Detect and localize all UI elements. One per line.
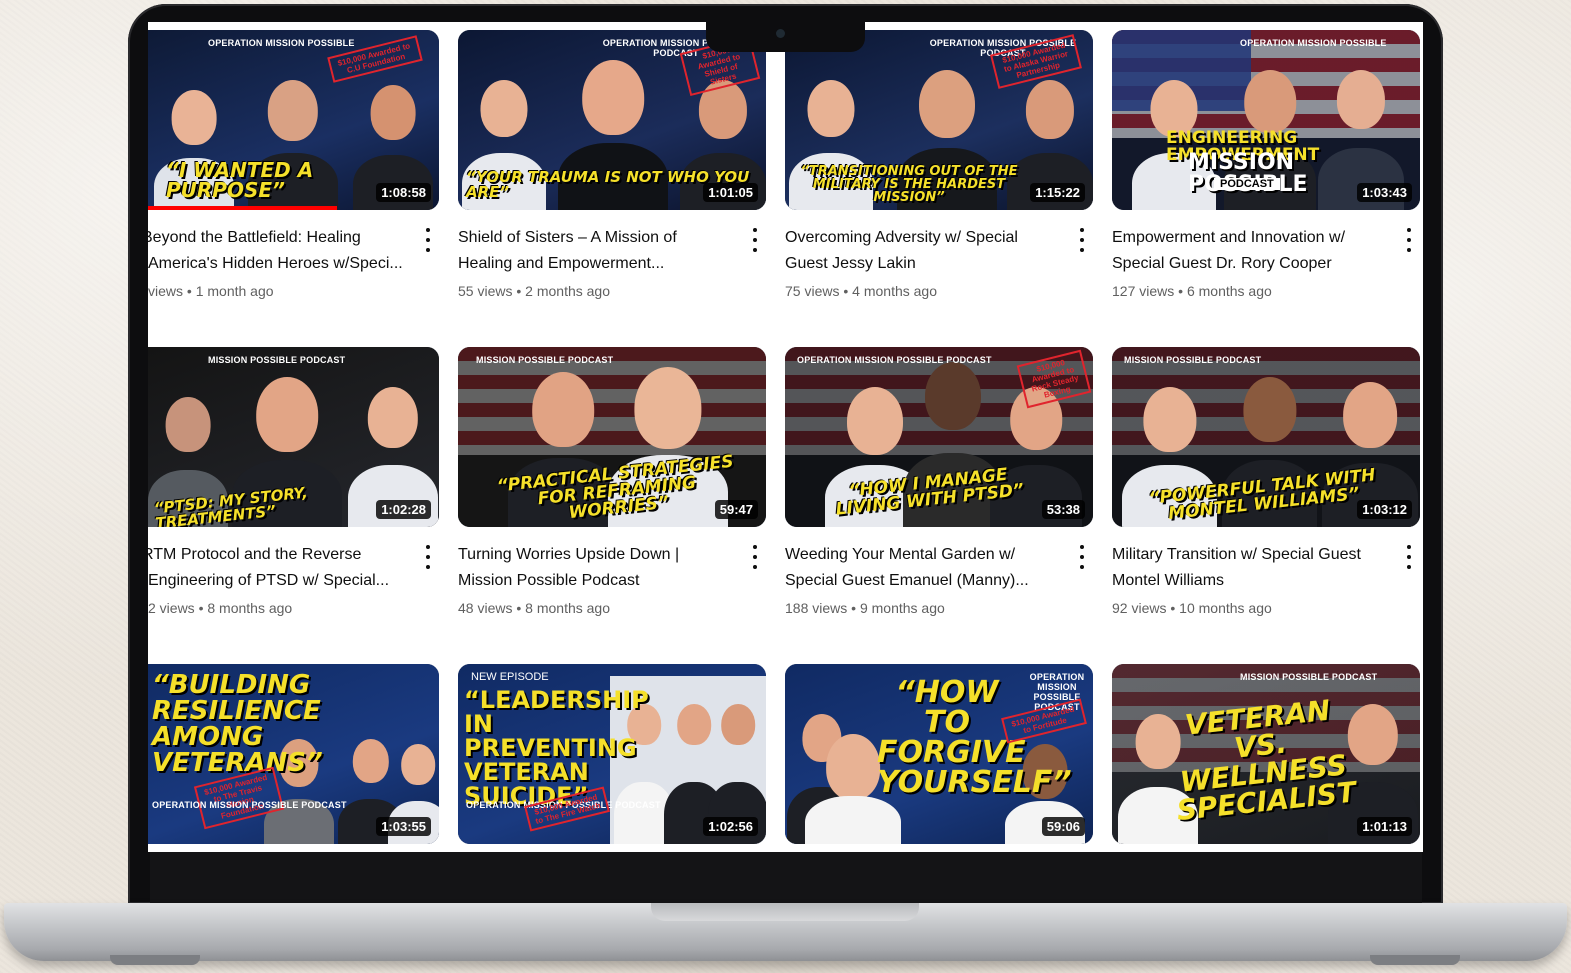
video-duration-badge: 1:01:05 <box>703 183 758 202</box>
youtube-video-grid-screen: OPERATION MISSION POSSIBLE $10,000 Award… <box>148 22 1423 852</box>
video-thumbnail[interactable]: MISSION POSSIBLE PODCAST “PTSD: MY STORY… <box>148 347 439 527</box>
laptop-trackpad-lip <box>651 903 919 921</box>
video-duration-badge: 1:01:13 <box>1357 817 1412 836</box>
video-duration-badge: 1:15:22 <box>1030 183 1085 202</box>
more-options-icon[interactable] <box>1075 545 1089 569</box>
video-thumbnail[interactable]: OPERATION MISSION POSSIBLE $10,000 Award… <box>148 30 439 210</box>
channel-brand-logo: MISSION POSSIBLE PODCAST <box>476 355 614 365</box>
video-title[interactable]: Overcoming Adversity w/ Special Guest Je… <box>785 225 1061 277</box>
video-thumbnail[interactable]: OPERATION MISSION POSSIBLE PODCAST $10,0… <box>785 347 1093 527</box>
view-count: 75 views <box>785 283 840 299</box>
video-card[interactable]: OPERATION MISSION POSSIBLE ENGINEERING E… <box>1112 30 1420 347</box>
video-duration-badge: 1:02:28 <box>376 500 431 519</box>
thumbnail-headline: VETERAN VS. WELLNESS SPECIALIST <box>1175 693 1358 828</box>
video-title[interactable]: Military Transition w/ Special Guest Mon… <box>1112 542 1388 594</box>
video-title[interactable]: Empowerment and Innovation w/ Special Gu… <box>1112 225 1388 277</box>
channel-brand-logo: MISSION POSSIBLE PODCAST <box>1240 672 1378 682</box>
video-thumbnail[interactable]: OPERATION MISSION POSSIBLE ENGINEERING E… <box>1112 30 1420 210</box>
camera-icon <box>776 29 785 38</box>
watch-progress-bar <box>148 206 338 210</box>
upload-age: 9 months ago <box>859 600 945 616</box>
upload-age: 6 months ago <box>1186 283 1272 299</box>
video-thumbnail[interactable]: MISSION POSSIBLE PODCAST VETERAN VS. WEL… <box>1112 664 1420 844</box>
new-episode-tag: NEW EPISODE <box>471 671 549 683</box>
video-duration-badge: 1:03:55 <box>376 817 431 836</box>
view-count: 48 views <box>458 600 513 616</box>
podcast-badge: PODCAST <box>1214 178 1280 190</box>
video-card[interactable]: MISSION POSSIBLE PODCAST “POWERFUL TALK … <box>1112 347 1420 664</box>
video-thumbnail[interactable]: NEW EPISODE “LEADERSHIP IN PREVENTING VE… <box>458 664 766 844</box>
video-thumbnail[interactable]: “HOW TO FORGIVE YOURSELF” OPERATION MISS… <box>785 664 1093 844</box>
channel-brand-logo: OPERATION MISSION POSSIBLE <box>208 38 355 48</box>
video-card[interactable]: MISSION POSSIBLE PODCAST “PTSD: MY STORY… <box>148 347 439 664</box>
video-title[interactable]: Beyond the Battlefield: Healing America'… <box>148 225 407 277</box>
video-card[interactable]: OPERATION MISSION POSSIBLE PODCAST $10,0… <box>785 30 1093 347</box>
video-card[interactable]: OPERATION MISSION POSSIBLE PODCAST $10,0… <box>458 30 766 347</box>
thumbnail-headline: “BUILDING RESILIENCE AMONG VETERANS” <box>152 670 323 778</box>
view-count: 92 views <box>1112 600 1167 616</box>
upload-age: 2 months ago <box>525 283 610 299</box>
more-options-icon[interactable] <box>1075 228 1089 252</box>
upload-age: 4 months ago <box>852 283 937 299</box>
upload-age: 8 months ago <box>525 600 610 616</box>
video-card[interactable]: OPERATION MISSION POSSIBLE $10,000 Award… <box>148 30 439 347</box>
view-count: 55 views <box>458 283 513 299</box>
more-options-icon[interactable] <box>421 228 435 252</box>
channel-brand-logo: MISSION POSSIBLE PODCAST <box>208 355 346 365</box>
channel-brand-logo: OPERATION MISSION POSSIBLE PODCAST <box>797 355 992 365</box>
view-count: 127 views <box>1112 283 1175 299</box>
more-options-icon[interactable] <box>748 228 762 252</box>
view-count: 188 views <box>785 600 848 616</box>
video-card[interactable]: MISSION POSSIBLE PODCAST “PRACTICAL STRA… <box>458 347 766 664</box>
video-thumbnail[interactable]: “BUILDING RESILIENCE AMONG VETERANS” $10… <box>148 664 439 844</box>
video-card[interactable]: MISSION POSSIBLE PODCAST VETERAN VS. WEL… <box>1112 664 1420 852</box>
video-title[interactable]: RTM Protocol and the Reverse Engineering… <box>148 542 407 594</box>
video-title[interactable]: Weeding Your Mental Garden w/ Special Gu… <box>785 542 1061 594</box>
more-options-icon[interactable] <box>748 545 762 569</box>
upload-age: 10 months ago <box>1179 600 1272 616</box>
laptop-foot-right <box>1370 955 1460 965</box>
channel-brand-logo: MISSION POSSIBLE PODCAST <box>1124 355 1262 365</box>
more-options-icon[interactable] <box>1402 545 1416 569</box>
more-options-icon[interactable] <box>1402 228 1416 252</box>
view-count: views <box>148 283 184 299</box>
view-count: 2 views <box>148 600 195 616</box>
video-duration-badge: 1:03:43 <box>1357 183 1412 202</box>
thumbnail-headline: “TRANSITIONING OUT OF THE MILITARY IS TH… <box>800 164 1018 205</box>
video-thumbnail[interactable]: MISSION POSSIBLE PODCAST “PRACTICAL STRA… <box>458 347 766 527</box>
video-title[interactable]: Shield of Sisters – A Mission of Healing… <box>458 225 734 277</box>
video-card[interactable]: OPERATION MISSION POSSIBLE PODCAST $10,0… <box>785 347 1093 664</box>
upload-age: 8 months ago <box>207 600 293 616</box>
video-thumbnail[interactable]: OPERATION MISSION POSSIBLE PODCAST $10,0… <box>458 30 766 210</box>
more-options-icon[interactable] <box>421 545 435 569</box>
video-thumbnail[interactable]: MISSION POSSIBLE PODCAST “POWERFUL TALK … <box>1112 347 1420 527</box>
video-thumbnail[interactable]: OPERATION MISSION POSSIBLE PODCAST $10,0… <box>785 30 1093 210</box>
laptop-chin <box>150 852 1422 904</box>
channel-brand-logo: OPERATION MISSION POSSIBLE <box>1240 38 1387 48</box>
video-duration-badge: 59:06 <box>1041 817 1085 836</box>
video-card[interactable]: “HOW TO FORGIVE YOURSELF” OPERATION MISS… <box>785 664 1093 852</box>
thumbnail-headline: “HOW TO FORGIVE YOURSELF” <box>877 675 1072 800</box>
video-title[interactable]: Turning Worries Upside Down | Mission Po… <box>458 542 734 594</box>
video-duration-badge: 1:08:58 <box>376 183 431 202</box>
camera-notch <box>706 22 865 52</box>
laptop-foot-left <box>110 955 200 965</box>
video-grid: OPERATION MISSION POSSIBLE $10,000 Award… <box>148 30 1420 852</box>
upload-age: 1 month ago <box>195 283 274 299</box>
video-card[interactable]: “BUILDING RESILIENCE AMONG VETERANS” $10… <box>148 664 439 852</box>
channel-brand-logo: OPERATION MISSION POSSIBLE PODCAST <box>152 800 347 810</box>
video-duration-badge: 53:38 <box>1041 500 1085 519</box>
video-card[interactable]: NEW EPISODE “LEADERSHIP IN PREVENTING VE… <box>458 664 766 852</box>
video-duration-badge: 1:03:12 <box>1357 500 1412 519</box>
video-duration-badge: 59:47 <box>714 500 758 519</box>
video-duration-badge: 1:02:56 <box>703 817 758 836</box>
